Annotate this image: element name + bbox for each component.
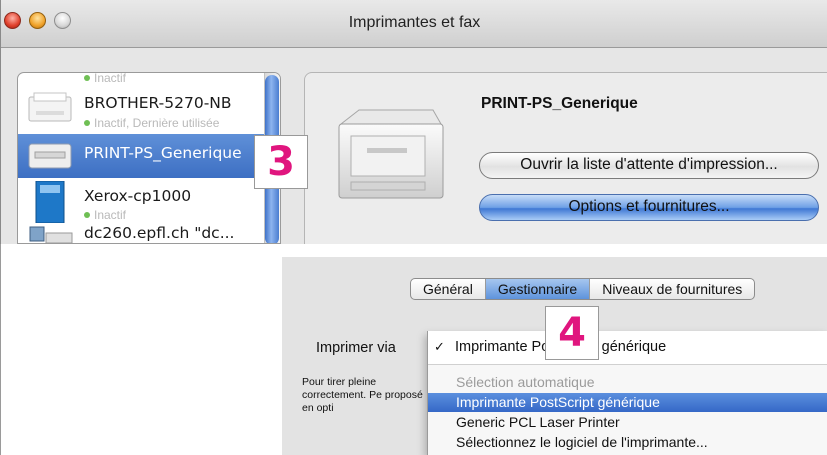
printers-and-fax-window: Imprimantes et fax Inactif BROTHER-5270-… [0,0,827,244]
printer-name: dc260.epfl.ch "dc... [84,224,235,242]
menu-item-auto-select[interactable]: Sélection automatique [428,373,827,392]
printer-name: BROTHER-5270-NB [84,94,232,112]
printer-list-item-dc260[interactable]: dc260.epfl.ch "dc... [18,221,280,243]
status-dot-icon [84,120,90,126]
printer-white-icon [28,92,72,122]
window-titlebar: Imprimantes et fax [1,0,827,48]
printer-large-icon [338,109,444,199]
printer-status: Inactif [94,208,127,222]
driver-help-text: Pour tirer pleine correctement. Pe propo… [302,376,423,414]
printer-name: Xerox-cp1000 [84,187,192,205]
printer-name: PRINT-PS_Generique [84,144,242,162]
step-marker-4: 4 [545,306,599,360]
printer-status: Inactif, Dernière utilisée [94,116,220,130]
driver-popup-current[interactable]: ✓ Imprimante PostScript générique [428,331,827,365]
tab-supply-levels[interactable]: Niveaux de fournitures [590,279,754,299]
network-printer-icon [29,226,73,243]
printer-list-item-print-ps[interactable]: PRINT-PS_Generique [18,134,280,178]
step-marker-3: 3 [254,135,308,189]
driver-popup-menu[interactable]: ✓ Imprimante PostScript générique Sélect… [427,331,827,455]
printer-status: Inactif [94,72,127,85]
tab-gestionnaire[interactable]: Gestionnaire [485,279,591,299]
status-dot-icon [84,212,90,218]
printer-generic-icon [28,143,72,169]
options-tabs: Général Gestionnaire Niveaux de fournitu… [410,278,756,300]
printer-list-item-xerox[interactable]: Xerox-cp1000 Inactif [18,179,280,223]
menu-item-generic-postscript[interactable]: Imprimante PostScript générique [428,393,827,412]
checkmark-icon: ✓ [434,340,445,355]
printer-list-item-partial[interactable]: Inactif [18,72,280,85]
printer-list-item-brother[interactable]: BROTHER-5270-NB Inactif, Dernière utilis… [18,87,280,137]
printer-blue-icon [35,181,65,223]
open-print-queue-button[interactable]: Ouvrir la liste d'attente d'impression..… [479,152,819,179]
options-and-supplies-button[interactable]: Options et fournitures... [479,194,819,221]
menu-item-select-software[interactable]: Sélectionnez le logiciel de l'imprimante… [428,433,827,452]
printer-list[interactable]: Inactif BROTHER-5270-NB Inactif, Dernièr… [17,72,281,244]
print-via-label: Imprimer via [316,340,396,356]
menu-item-generic-pcl[interactable]: Generic PCL Laser Printer [428,413,827,432]
selected-printer-name: PRINT-PS_Generique [481,95,638,112]
tab-general[interactable]: Général [411,279,486,299]
status-dot-icon [84,75,90,81]
window-title: Imprimantes et fax [348,14,481,31]
